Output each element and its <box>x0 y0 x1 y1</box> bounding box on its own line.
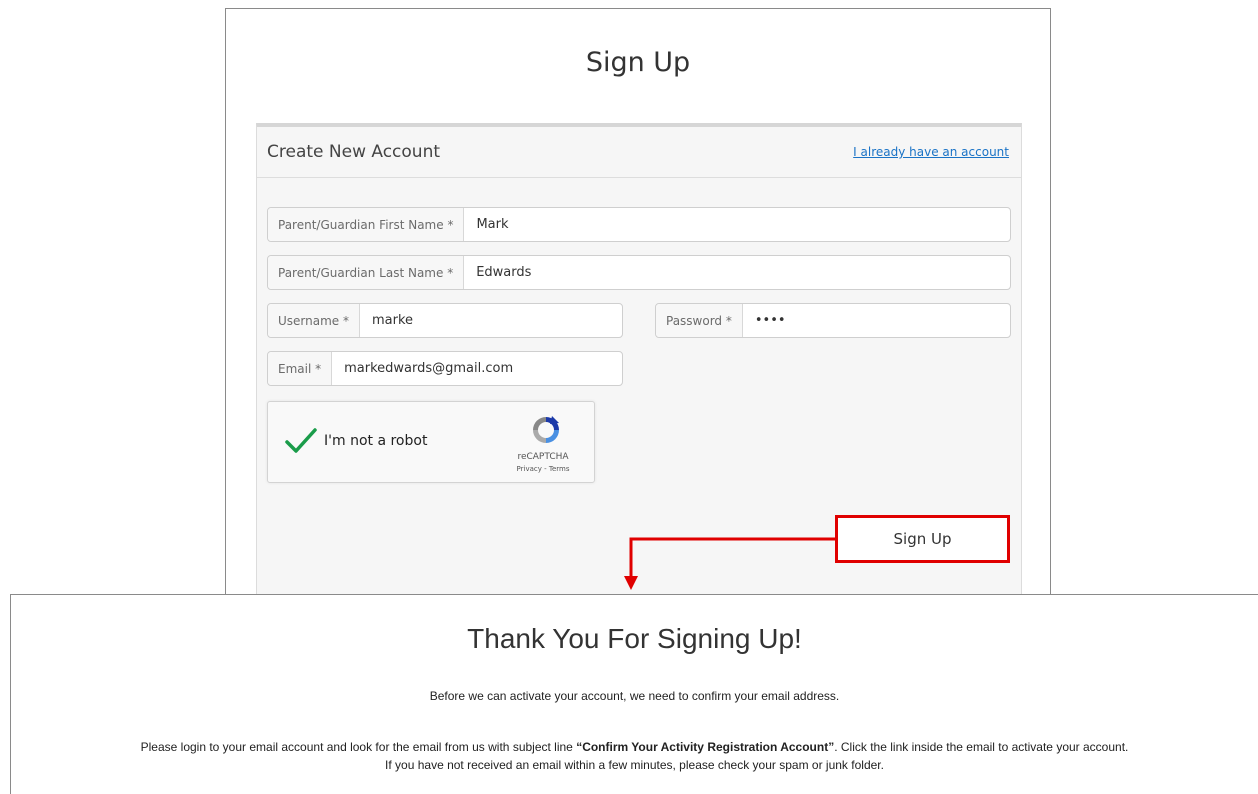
email-input[interactable]: markedwards@gmail.com <box>332 352 525 385</box>
password-input[interactable]: •••• <box>743 304 798 337</box>
email-field[interactable]: Email * markedwards@gmail.com <box>267 351 623 386</box>
thank-you-title: Thank You For Signing Up! <box>467 623 802 654</box>
sign-up-button[interactable]: Sign Up <box>835 515 1010 563</box>
last-name-field[interactable]: Parent/Guardian Last Name * Edwards <box>267 255 1011 290</box>
username-label: Username * <box>268 304 360 337</box>
recaptcha-privacy-terms[interactable]: Privacy - Terms <box>508 465 578 473</box>
password-field[interactable]: Password * •••• <box>655 303 1011 338</box>
panel-title: Create New Account <box>267 142 441 162</box>
username-field[interactable]: Username * marke <box>267 303 623 338</box>
first-name-label: Parent/Guardian First Name * <box>268 208 465 241</box>
confirm-email-message: Before we can activate your account, we … <box>429 689 840 703</box>
last-name-input[interactable]: Edwards <box>464 256 543 289</box>
recaptcha-widget[interactable]: I'm not a robot reCAPTCHA Privacy - Term… <box>267 401 595 483</box>
username-input[interactable]: marke <box>360 304 425 337</box>
email-label: Email * <box>268 352 333 385</box>
panel-header: Create New Account I already have an acc… <box>257 127 1021 178</box>
last-name-label: Parent/Guardian Last Name * <box>268 256 465 289</box>
captcha-label: I'm not a robot <box>324 433 428 449</box>
already-have-account-link[interactable]: I already have an account <box>853 145 1009 159</box>
spam-folder-note: If you have not received an email within… <box>385 758 884 772</box>
checkmark-icon[interactable] <box>284 426 318 460</box>
thank-you-panel: Thank You For Signing Up! Before we can … <box>10 594 1258 794</box>
email-subject-line: “Confirm Your Activity Registration Acco… <box>576 740 835 754</box>
password-label: Password * <box>656 304 743 337</box>
first-name-field[interactable]: Parent/Guardian First Name * Mark <box>267 207 1011 242</box>
instructions-suffix: . Click the link inside the email to act… <box>834 740 1129 754</box>
instructions-message: Please login to your email account and l… <box>11 738 1258 774</box>
page-title: Sign Up <box>585 47 691 78</box>
first-name-input[interactable]: Mark <box>464 208 520 241</box>
instructions-prefix: Please login to your email account and l… <box>140 740 577 754</box>
recaptcha-brand: reCAPTCHA <box>517 452 569 462</box>
recaptcha-logo-icon <box>530 414 562 450</box>
